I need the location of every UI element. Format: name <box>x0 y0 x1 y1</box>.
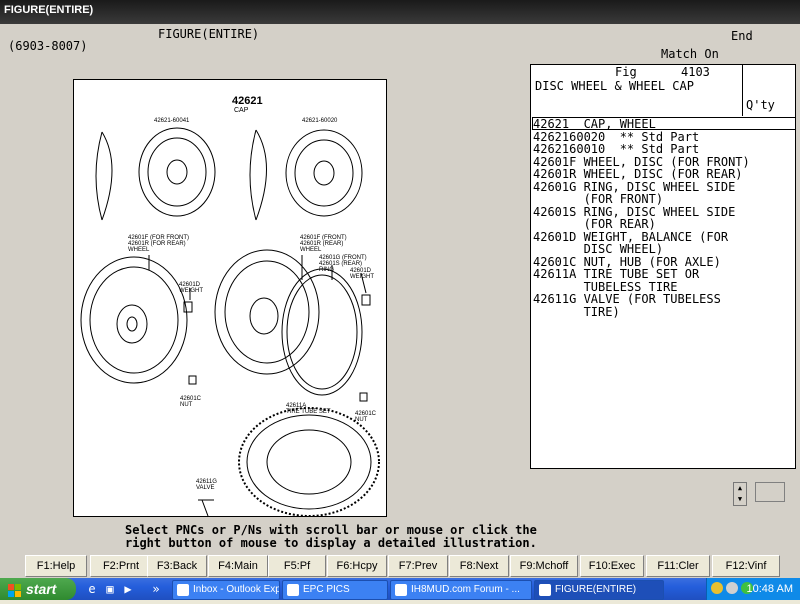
weight-right-label: 42601D WEIGHT <box>350 268 374 280</box>
task-label: FIGURE(ENTIRE) <box>555 584 637 595</box>
task-figure-entire[interactable]: FIGURE(ENTIRE) <box>534 580 664 600</box>
parts-list-row[interactable]: 42601C NUT, HUB (FOR AXLE) <box>533 256 721 268</box>
page-input[interactable] <box>755 482 785 502</box>
f2-print-button[interactable]: F2:Prnt <box>90 555 152 577</box>
parts-list-row[interactable]: 42621 CAP, WHEEL <box>533 118 656 130</box>
window-titlebar: FIGURE(ENTIRE) <box>0 0 800 24</box>
desktop-quicklaunch-icon[interactable]: ▣ <box>102 581 118 597</box>
parts-list-row[interactable]: 42601F WHEEL, DISC (FOR FRONT) <box>533 156 750 168</box>
folder-icon <box>287 584 299 596</box>
parts-list-row[interactable]: 42601D WEIGHT, BALANCE (FOR <box>533 231 728 243</box>
outlook-icon <box>177 584 189 596</box>
tire <box>238 407 380 516</box>
illustration-drawing <box>80 127 380 516</box>
parts-list-row[interactable]: DISC WHEEL) <box>533 243 663 255</box>
start-button[interactable]: start <box>0 578 76 600</box>
tray-security-icon[interactable] <box>711 582 723 594</box>
windows-flag-icon <box>8 582 22 597</box>
system-tray: 10:48 AM <box>706 578 800 600</box>
instruction-message: Select PNCs or P/Ns with scroll bar or m… <box>125 523 537 550</box>
left-nut <box>188 375 197 385</box>
taskbar: start e ▣ ▶ » Inbox - Outlook Expr... EP… <box>0 578 800 600</box>
parts-list-row[interactable]: 42611A TIRE TUBE SET OR <box>533 268 699 280</box>
cap-callout-code: 42621 <box>232 95 263 107</box>
browser-icon <box>395 584 407 596</box>
qty-label: Q'ty <box>746 98 775 112</box>
figure-title: DISC WHEEL & WHEEL CAP <box>535 79 694 93</box>
f1-help-button[interactable]: F1:Help <box>25 555 87 577</box>
end-label: End <box>731 29 753 43</box>
parts-list-row[interactable]: (FOR FRONT) <box>533 193 663 205</box>
right-weight <box>361 294 371 306</box>
task-label: IH8MUD.com Forum - ... <box>411 584 520 595</box>
f8-next-button[interactable]: F8:Next <box>449 555 509 577</box>
f5-pf-button[interactable]: F5:Pf <box>268 555 326 577</box>
ie-quicklaunch-icon[interactable]: e <box>84 581 100 597</box>
taskbar-expand-icon[interactable]: » <box>148 581 164 597</box>
right-wheel <box>214 249 320 375</box>
start-label: start <box>26 581 57 597</box>
parts-list-row[interactable]: 42601R WHEEL, DISC (FOR REAR) <box>533 168 743 180</box>
nut-left-label: 42601C NUT <box>180 396 202 408</box>
f10-exec-button[interactable]: F10:Exec <box>580 555 644 577</box>
wheel-right-label: 42601F (FRONT) 42601R (REAR) WHEEL <box>300 235 347 253</box>
mid-cap-side <box>255 129 267 221</box>
fig-label: Fig <box>615 65 637 79</box>
window-title: FIGURE(ENTIRE) <box>4 4 94 16</box>
task-epc-pics[interactable]: EPC PICS <box>282 580 388 600</box>
app-window-icon <box>539 584 551 596</box>
parts-list-row[interactable]: TIRE) <box>533 306 620 318</box>
figbox-divider <box>742 65 743 117</box>
task-label: EPC PICS <box>303 584 350 595</box>
f9-mchoff-button[interactable]: F9:Mchoff <box>510 555 578 577</box>
parts-list-row[interactable]: 42611G VALVE (FOR TUBELESS <box>533 293 721 305</box>
f6-hcpy-button[interactable]: F6:Hcpy <box>327 555 387 577</box>
year-range: (6903-8007) <box>8 39 88 53</box>
parts-list-row[interactable]: TUBELESS TIRE <box>533 281 678 293</box>
task-label: Inbox - Outlook Expr... <box>193 584 280 595</box>
parts-list-row[interactable]: 42601S RING, DISC WHEEL SIDE <box>533 206 735 218</box>
fig-number: 4103 <box>681 65 710 79</box>
f7-prev-button[interactable]: F7:Prev <box>388 555 448 577</box>
weight-left-label: 42601D WEIGHT <box>179 282 203 294</box>
left-wheel <box>80 256 188 384</box>
app-area: (6903-8007) FIGURE(ENTIRE) End Match On <box>0 24 800 578</box>
right-cap-front <box>285 129 363 217</box>
f3-back-button[interactable]: F3:Back <box>147 555 207 577</box>
parts-list-row[interactable]: (FOR REAR) <box>533 218 656 230</box>
left-cap-front <box>138 127 216 217</box>
media-quicklaunch-icon[interactable]: ▶ <box>120 581 136 597</box>
figure-info-box: Fig 4103 DISC WHEEL & WHEEL CAP Q'ty <box>530 64 796 118</box>
cap-left-label: 42621-60041 <box>154 118 190 124</box>
parts-list[interactable]: 42621 CAP, WHEEL 4262160020 ** Std Part … <box>530 116 796 469</box>
valve <box>198 499 214 516</box>
left-cap-side <box>101 131 113 221</box>
tray-clock: 10:48 AM <box>746 583 793 595</box>
nut-right-label: 42601C NUT <box>355 411 377 423</box>
tray-volume-icon[interactable] <box>726 582 738 594</box>
parts-list-row[interactable]: 42601G RING, DISC WHEEL SIDE <box>533 181 735 193</box>
page-spinner[interactable]: ▲ ▼ <box>733 482 747 506</box>
spinner-up-icon[interactable]: ▲ <box>734 483 746 494</box>
parts-list-row[interactable]: 4262160010 ** Std Part <box>533 143 699 155</box>
f12-vinf-button[interactable]: F12:Vinf <box>712 555 780 577</box>
wheel-left-label: 42601F (FOR FRONT) 42601R (FOR REAR) WHE… <box>128 235 190 253</box>
function-key-bar: F1:Help F2:Prnt F3:Back F4:Main F5:Pf F6… <box>0 554 800 578</box>
cap-callout-name: CAP <box>234 107 249 114</box>
cap-right-label: 42621-60020 <box>302 118 338 124</box>
task-ih8mud-forum[interactable]: IH8MUD.com Forum - ... <box>390 580 532 600</box>
right-nut <box>359 392 368 402</box>
f11-cler-button[interactable]: F11:Cler <box>646 555 710 577</box>
figure-heading: FIGURE(ENTIRE) <box>158 27 260 41</box>
tire-label: 42611A TIRE TUBE SET <box>286 403 331 415</box>
match-on-label: Match On <box>661 47 719 61</box>
spinner-down-icon[interactable]: ▼ <box>734 494 746 505</box>
parts-illustration[interactable]: 42621 CAP 42621-60041 42621-60020 42601F… <box>73 79 387 517</box>
parts-list-row[interactable]: 4262160020 ** Std Part <box>533 131 699 143</box>
side-ring <box>281 268 363 396</box>
task-outlook-express[interactable]: Inbox - Outlook Expr... <box>172 580 280 600</box>
valve-label: 42611G VALVE <box>196 479 217 491</box>
f4-main-button[interactable]: F4:Main <box>208 555 268 577</box>
